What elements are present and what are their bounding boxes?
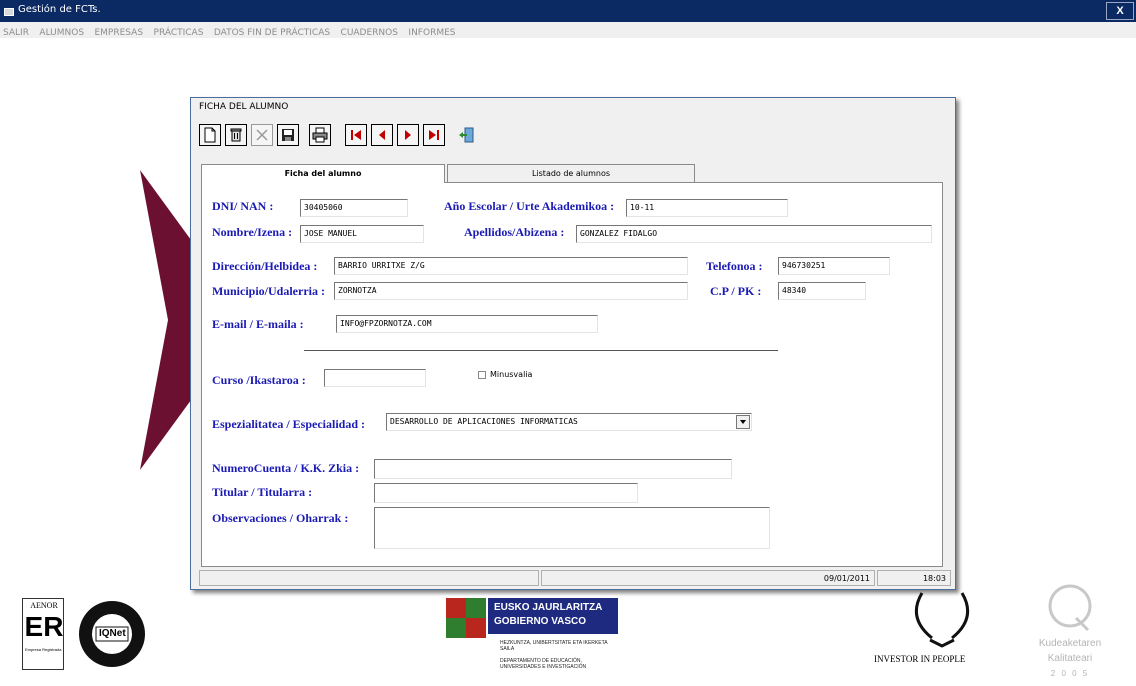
new-doc-icon[interactable]: [199, 124, 221, 146]
menu-bar: SALIR ALUMNOS EMPRESAS PRÁCTICAS DATOS F…: [0, 22, 1136, 38]
iqnet-label: IQNet: [99, 628, 126, 639]
telefono-label: Telefonoa :: [706, 259, 763, 273]
laurel-icon: [914, 592, 970, 648]
print-icon[interactable]: [309, 124, 331, 146]
app-icon: [4, 8, 14, 16]
aenor-subtitle: Empresa Registrada: [25, 647, 62, 652]
dni-label: DNI/ NAN :: [212, 199, 274, 213]
investor-in-people-logo: INVESTOR IN PEOPLE: [874, 588, 974, 668]
app-titlebar: Gestión de FCTs. X: [0, 0, 1136, 22]
nombre-label: Nombre/Izena :: [212, 225, 293, 239]
basque-line1: EUSKO JAURLARITZA: [494, 602, 603, 613]
dni-field[interactable]: 30405060: [300, 199, 408, 217]
basque-dept-es: DEPARTAMENTO DE EDUCACIÓN, UNIVERSIDADES…: [500, 658, 587, 670]
cuenta-label: NumeroCuenta / K.K. Zkia :: [212, 461, 360, 475]
cuenta-field[interactable]: [374, 459, 732, 479]
status-date: 09/01/2011: [541, 570, 875, 586]
tab-listado[interactable]: Listado de alumnos: [447, 164, 695, 182]
telefono-field[interactable]: 946730251: [778, 257, 890, 275]
observaciones-textarea[interactable]: [374, 507, 770, 549]
menu-datos-fin[interactable]: DATOS FIN DE PRÁCTICAS: [211, 26, 333, 38]
menu-empresas[interactable]: EMPRESAS: [91, 26, 146, 38]
ano-escolar-field[interactable]: 10-11: [626, 199, 788, 217]
form-panel: DNI/ NAN : 30405060 Año Escolar / Urte A…: [201, 182, 943, 567]
window-title: FICHA DEL ALUMNO: [199, 102, 289, 112]
titular-field[interactable]: [374, 483, 638, 503]
status-cell-1: [199, 570, 539, 586]
nombre-field[interactable]: JOSE MANUEL: [300, 225, 424, 243]
kq-line3: 2 0 0 5: [1050, 669, 1090, 678]
aenor-name: AENOR: [30, 601, 58, 610]
curso-field[interactable]: [324, 369, 426, 387]
status-time: 18:03: [877, 570, 951, 586]
direccion-label: Dirección/Helbidea :: [212, 259, 318, 273]
previous-record-icon[interactable]: [371, 124, 393, 146]
municipio-field[interactable]: ZORNOTZA: [334, 282, 688, 300]
kq-line1: Kudeaketaren: [1038, 638, 1102, 649]
email-field[interactable]: INFO@FPZORNOTZA.COM: [336, 315, 598, 333]
kudeaketaren-kalitateari-logo: Kudeaketaren Kalitateari 2 0 0 5: [1010, 582, 1130, 682]
last-record-icon[interactable]: [423, 124, 445, 146]
close-button[interactable]: X: [1106, 2, 1134, 20]
status-bar: 09/01/2011 18:03: [199, 570, 951, 586]
observaciones-label: Observaciones / Oharrak :: [212, 511, 349, 525]
minusvalia-checkbox[interactable]: [478, 371, 486, 379]
basque-shield-icon: [446, 598, 486, 638]
especialidad-value: DESARROLLO DE APLICACIONES INFORMATICAS: [390, 417, 578, 426]
delete-icon[interactable]: [225, 124, 247, 146]
curso-label: Curso /Ikastaroa :: [212, 373, 306, 387]
iqnet-logo: IQNet: [78, 600, 146, 668]
exit-door-icon[interactable]: [455, 124, 477, 146]
minusvalia-label: Minusvalia: [490, 370, 533, 379]
titular-label: Titular / Titularra :: [212, 485, 313, 499]
student-form-window: FICHA DEL ALUMNO Ficha del alumno Listad…: [190, 97, 956, 590]
app-title: Gestión de FCTs.: [18, 4, 101, 15]
tab-ficha[interactable]: Ficha del alumno: [201, 164, 445, 183]
email-label: E-mail / E-maila :: [212, 317, 304, 331]
cp-field[interactable]: 48340: [778, 282, 866, 300]
section-divider: [304, 350, 778, 351]
cp-label: C.P / PK :: [710, 284, 762, 298]
basque-line2: GOBIERNO VASCO: [494, 616, 587, 627]
menu-practicas[interactable]: PRÁCTICAS: [151, 26, 207, 38]
apellidos-label: Apellidos/Abizena :: [464, 225, 565, 239]
basque-badge: EUSKO JAURLARITZA GOBIERNO VASCO: [488, 598, 618, 634]
menu-alumnos[interactable]: ALUMNOS: [36, 26, 87, 38]
next-record-icon[interactable]: [397, 124, 419, 146]
cancel-icon[interactable]: [251, 124, 273, 146]
kq-line2: Kalitateari: [1047, 653, 1093, 664]
apellidos-field[interactable]: GONZALEZ FIDALGO: [576, 225, 932, 243]
save-icon[interactable]: [277, 124, 299, 146]
direccion-field[interactable]: BARRIO URRITXE Z/G: [334, 257, 688, 275]
chevron-down-icon[interactable]: [736, 415, 750, 429]
aenor-logo: AENOR ER Empresa Registrada: [22, 598, 64, 670]
first-record-icon[interactable]: [345, 124, 367, 146]
municipio-label: Municipio/Udalerria :: [212, 284, 325, 298]
aenor-mark: ER: [24, 611, 64, 642]
menu-cuadernos[interactable]: CUADERNOS: [338, 26, 401, 38]
menu-informes[interactable]: INFORMES: [405, 26, 458, 38]
especialidad-select[interactable]: DESARROLLO DE APLICACIONES INFORMATICAS: [386, 413, 752, 431]
menu-salir[interactable]: SALIR: [0, 26, 32, 38]
iip-label: INVESTOR IN PEOPLE: [874, 654, 966, 664]
basque-dept-eu: HEZKUNTZA, UNIBERTSITATE ETA IKERKETA SA…: [500, 640, 608, 652]
q-icon: [1048, 584, 1092, 632]
basque-government-logo: EUSKO JAURLARITZA GOBIERNO VASCO HEZKUNT…: [444, 596, 624, 676]
ano-escolar-label: Año Escolar / Urte Akademikoa :: [444, 199, 615, 213]
especialidad-label: Espezialitatea / Especialidad :: [212, 417, 365, 431]
kq-text: Kudeaketaren Kalitateari 2 0 0 5: [1010, 636, 1130, 681]
